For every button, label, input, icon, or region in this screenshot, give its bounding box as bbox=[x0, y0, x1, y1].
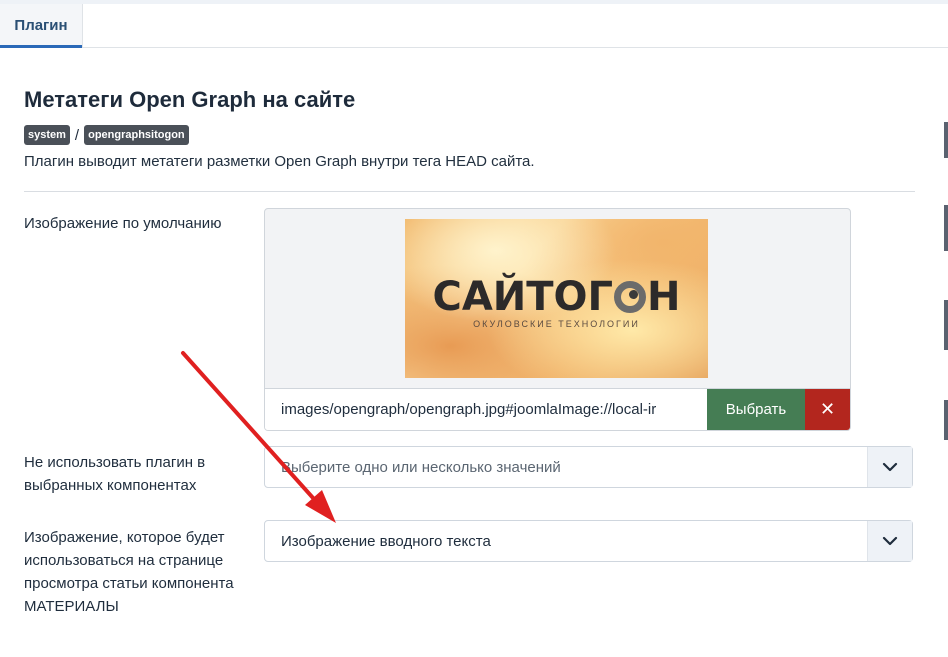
select-image-button[interactable]: Выбрать bbox=[707, 389, 805, 430]
clear-image-button[interactable]: ✕ bbox=[805, 389, 850, 430]
right-edge-fragment bbox=[944, 300, 948, 350]
close-icon: ✕ bbox=[819, 399, 836, 420]
breadcrumb-separator: / bbox=[74, 126, 80, 144]
default-image-field: САЙТОГ Н ОКУЛОВСКИЕ ТЕХНОЛОГИИ Выбрать ✕ bbox=[264, 208, 851, 431]
article-image-label: Изображение, которое будет использоватьс… bbox=[24, 529, 234, 615]
breadcrumb: system / opengraphsitogon bbox=[24, 125, 189, 145]
plugin-element-badge: opengraphsitogon bbox=[84, 125, 189, 145]
chevron-down-icon[interactable] bbox=[867, 447, 912, 487]
tab-bar: Плагин bbox=[0, 4, 948, 48]
tab-plugin[interactable]: Плагин bbox=[0, 4, 83, 48]
image-path-input[interactable] bbox=[265, 389, 707, 430]
right-edge-fragment bbox=[944, 400, 948, 440]
logo-text-left: САЙТОГ bbox=[432, 274, 614, 320]
page-title: Метатеги Open Graph на сайте bbox=[24, 87, 356, 112]
exclude-components-placeholder: Выберите одно или несколько значений bbox=[281, 458, 561, 476]
image-preview[interactable]: САЙТОГ Н ОКУЛОВСКИЕ ТЕХНОЛОГИИ bbox=[405, 219, 708, 378]
right-edge-fragment bbox=[944, 205, 948, 251]
right-edge-fragment bbox=[944, 122, 948, 158]
chevron-down-icon[interactable] bbox=[867, 521, 912, 561]
default-image-label: Изображение по умолчанию bbox=[24, 215, 222, 232]
logo-subtitle: ОКУЛОВСКИЕ ТЕХНОЛОГИИ bbox=[473, 319, 640, 329]
image-path-bar: Выбрать ✕ bbox=[265, 388, 850, 430]
exclude-components-select[interactable]: Выберите одно или несколько значений bbox=[264, 446, 913, 488]
logo-text-right: Н bbox=[647, 274, 681, 320]
article-image-select[interactable]: Изображение вводного текста bbox=[264, 520, 913, 562]
divider bbox=[24, 191, 915, 192]
logo-ring-icon bbox=[614, 281, 647, 313]
logo: САЙТОГ Н ОКУЛОВСКИЕ ТЕХНОЛОГИИ bbox=[405, 275, 708, 329]
exclude-components-label: Не использовать плагин в выбранных компо… bbox=[24, 454, 206, 494]
plugin-description: Плагин выводит метатеги разметки Open Gr… bbox=[24, 153, 535, 170]
logo-text: САЙТОГ Н bbox=[432, 275, 680, 319]
plugin-group-badge: system bbox=[24, 125, 70, 145]
article-image-value: Изображение вводного текста bbox=[281, 532, 491, 550]
